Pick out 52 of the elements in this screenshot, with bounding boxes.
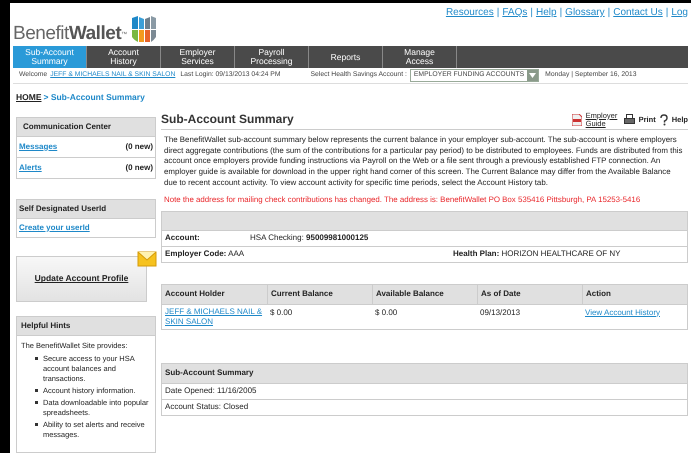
sidebar-link[interactable]: Alerts: [19, 162, 42, 174]
table-cell-text: $ 0.00: [269, 306, 294, 319]
sidebar-link[interactable]: Messages: [19, 140, 58, 153]
brand-name: BenefitWallet$^{™}$: [13, 24, 127, 43]
account-value: HSA Checking: 95009981000125: [250, 232, 368, 244]
column-header: Action: [582, 284, 687, 304]
envelope-icon: [137, 248, 157, 267]
update-profile-button[interactable]: Update Account Profile: [16, 256, 147, 302]
link-separator: |: [558, 6, 564, 20]
link-separator: |: [606, 6, 612, 20]
bullet-icon: [35, 423, 38, 426]
table-cell-text: 09/13/2013: [479, 306, 522, 319]
panel-title: Helpful Hints: [17, 316, 155, 335]
summary-title: Sub-Account Summary: [162, 364, 687, 383]
header-link[interactable]: Help: [536, 5, 557, 20]
bullet-icon: [35, 357, 38, 360]
logo-icon: [130, 15, 157, 43]
header-link[interactable]: Resources: [446, 5, 494, 20]
breadcrumb-home[interactable]: HOME: [16, 92, 42, 102]
dropdown-arrow-icon: [527, 70, 538, 81]
column-header: Current Balance: [267, 284, 372, 304]
new-count: (0 new): [125, 140, 153, 153]
employer-code: Employer Code: AAA: [165, 248, 246, 260]
header-link[interactable]: Log: [671, 5, 688, 20]
nav-tab[interactable]: Sub-Account Summary: [13, 46, 87, 68]
sidebar-link[interactable]: Create your userId: [19, 222, 90, 232]
link-separator: |: [664, 6, 670, 20]
summary-line: Date Opened: 11/16/2005: [162, 382, 687, 399]
new-count: (0 new): [125, 162, 153, 174]
panel-title: Communication Center: [17, 118, 155, 136]
bullet-icon: [35, 401, 38, 404]
account-holder-link[interactable]: JEFF & MICHAELS NAIL & SKIN SALON: [162, 304, 267, 327]
panel-title: Self Designated UserId: [17, 200, 155, 218]
link-separator: |: [496, 6, 500, 20]
header-link[interactable]: Contact Us: [613, 5, 663, 20]
help-icon: [660, 114, 668, 126]
breadcrumb-current: > Sub-Account Summary: [44, 92, 145, 102]
link-separator: |: [529, 6, 534, 20]
table-cell-text: $ 0.00: [374, 306, 398, 319]
column-header: As of Date: [477, 284, 582, 304]
summary-line: Account Status: Closed: [162, 398, 687, 415]
health-plan: Health Plan: HORIZON HEALTHCARE OF NY: [453, 248, 620, 260]
header-link[interactable]: FAQs: [502, 5, 528, 20]
view-history-link[interactable]: View Account History: [582, 304, 687, 327]
account-label: Account:: [165, 232, 201, 244]
header-link[interactable]: Glossary: [565, 5, 605, 20]
column-header: Available Balance: [372, 284, 477, 304]
pdf-icon: [572, 114, 582, 126]
bullet-icon: [35, 389, 38, 392]
printer-icon: [624, 114, 635, 126]
column-header: Account Holder: [164, 288, 226, 300]
page-title: Sub-Account Summary: [161, 110, 294, 128]
